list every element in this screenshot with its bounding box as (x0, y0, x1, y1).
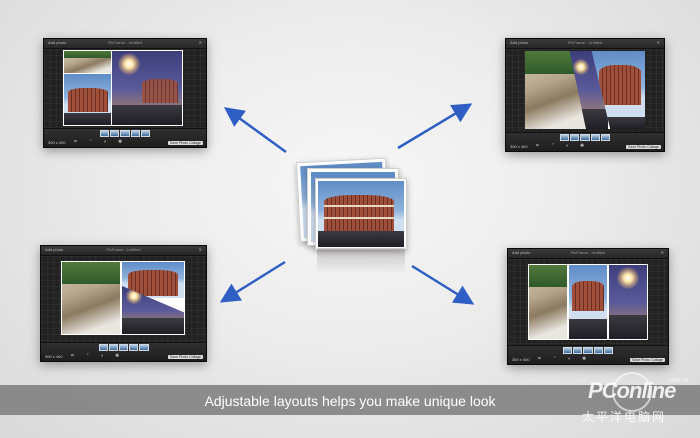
arrow-top-left (223, 107, 287, 154)
arrow-bottom-right (411, 264, 475, 305)
photo-tile-night[interactable] (609, 265, 647, 339)
title-bar: Add photo PicFrame - Untitled ✕ (506, 39, 664, 49)
watermark-brand: PConline (588, 378, 676, 403)
watermark-chinese: 太平洋电脑网 (582, 410, 667, 424)
arrow-icon[interactable]: ⌜ (552, 144, 554, 149)
pconline-watermark: PConline .com.cn 太平洋电脑网 (560, 370, 690, 430)
adjust-icon[interactable]: ◐ (568, 357, 571, 362)
close-icon[interactable]: ✕ (661, 250, 664, 255)
photo-tile-park[interactable] (62, 262, 120, 334)
canvas-size: 300 x 400 (45, 354, 63, 359)
crop-icon[interactable]: ⌗ (538, 357, 541, 362)
arrow-icon[interactable]: ⌜ (87, 354, 89, 359)
layout-thumbnails[interactable] (560, 134, 611, 141)
layout-thumbnails[interactable] (563, 347, 614, 354)
collage-canvas (41, 256, 206, 343)
close-icon[interactable]: ✕ (199, 40, 202, 45)
window-top-right: Add photo PicFrame - Untitled ✕ 300 x 40… (505, 38, 665, 152)
layout-thumbnails[interactable] (98, 344, 149, 351)
bottom-toolbar: 300 x 400 ⌗ ⌜ ◐ ✺ Save Photo Collage (44, 128, 206, 147)
canvas-size: 300 x 400 (512, 357, 530, 362)
settings-icon[interactable]: ✺ (115, 354, 119, 359)
save-collage-button[interactable]: Save Photo Collage (168, 141, 203, 145)
window-title: PicFrame - Untitled (106, 247, 141, 252)
settings-icon[interactable]: ✺ (118, 140, 122, 145)
collage-canvas (506, 49, 664, 133)
window-title: PicFrame - Untitled (107, 40, 143, 45)
settings-icon[interactable]: ✺ (582, 357, 586, 362)
adjust-icon[interactable]: ◐ (101, 354, 104, 359)
save-collage-button[interactable]: Save Photo Collage (630, 358, 665, 362)
crop-icon[interactable]: ⌗ (71, 354, 74, 359)
photo-tile-night[interactable] (112, 51, 182, 125)
canvas-size: 300 x 400 (510, 144, 528, 149)
photo-tile-arena[interactable] (64, 74, 111, 125)
window-bottom-left: Add photo PicFrame - Untitled ✕ 300 x 40… (40, 245, 207, 362)
adjust-icon[interactable]: ◐ (104, 140, 107, 145)
bottom-toolbar: 300 x 400 ⌗ ⌜ ◐ ✺ Save Photo Collage (508, 345, 668, 364)
arrow-icon[interactable]: ⌜ (554, 357, 556, 362)
collage-preview[interactable] (525, 51, 645, 129)
settings-icon[interactable]: ✺ (580, 144, 584, 149)
stack-photo-front (315, 178, 407, 250)
title-bar: Add photo PicFrame - Untitled ✕ (508, 249, 668, 259)
close-icon[interactable]: ✕ (657, 40, 660, 45)
save-collage-button[interactable]: Save Photo Collage (168, 355, 203, 359)
photo-tile-park[interactable] (529, 265, 567, 339)
adjust-icon[interactable]: ◐ (566, 144, 569, 149)
window-title: PicFrame - Untitled (567, 40, 603, 45)
collage-canvas (44, 49, 206, 129)
photo-tile-arena[interactable] (569, 265, 607, 339)
close-icon[interactable]: ✕ (199, 247, 202, 252)
crop-icon[interactable]: ⌗ (536, 144, 539, 149)
window-top-left: Add photo PicFrame - Untitled ✕ 300 x 40… (43, 38, 207, 148)
canvas-size: 300 x 400 (48, 140, 66, 145)
collage-preview[interactable] (61, 261, 185, 335)
crop-icon[interactable]: ⌗ (74, 140, 77, 145)
bottom-toolbar: 300 x 400 ⌗ ⌜ ◐ ✺ Save Photo Collage (506, 132, 664, 151)
title-bar: Add photo PicFrame - Untitled ✕ (44, 39, 206, 49)
stack-reflection (317, 248, 405, 274)
arrow-top-right (397, 103, 473, 150)
arrow-icon[interactable]: ⌜ (90, 140, 92, 145)
collage-preview[interactable] (528, 264, 648, 340)
title-bar: Add photo PicFrame - Untitled ✕ (41, 246, 206, 256)
arrow-bottom-left (219, 260, 286, 303)
window-title: PicFrame - Untitled (570, 250, 606, 255)
bottom-toolbar: 300 x 400 ⌗ ⌜ ◐ ✺ Save Photo Collage (41, 342, 206, 361)
watermark-domain: .com.cn (666, 378, 688, 384)
collage-preview[interactable] (63, 50, 183, 126)
save-collage-button[interactable]: Save Photo Collage (626, 145, 661, 149)
window-bottom-right: Add photo PicFrame - Untitled ✕ 300 x 40… (507, 248, 669, 365)
photo-tile-park[interactable] (64, 51, 111, 73)
layout-thumbnails[interactable] (100, 130, 151, 137)
collage-canvas (508, 259, 668, 346)
